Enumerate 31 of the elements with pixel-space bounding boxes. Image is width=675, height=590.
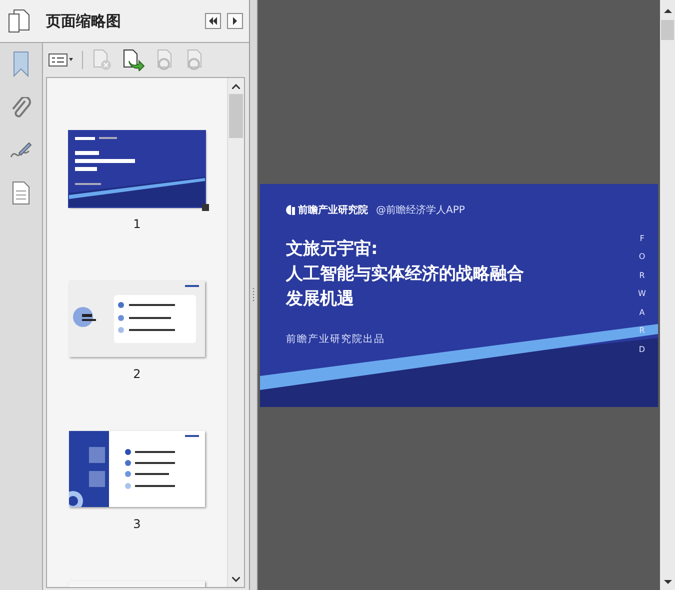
- contents-thumbnail[interactable]: [69, 281, 205, 357]
- insert-page-icon[interactable]: [121, 49, 145, 71]
- logo-text: 前瞻产业研究院: [298, 204, 368, 216]
- vertical-text: FORWARD: [638, 232, 646, 356]
- document-icon[interactable]: [11, 181, 31, 205]
- collapse-button[interactable]: [205, 13, 221, 29]
- resize-handle[interactable]: [202, 204, 209, 211]
- page-number: 2: [133, 367, 141, 381]
- slide-title: 文旅元宇宙:: [286, 238, 378, 260]
- triangle-icon: [232, 17, 238, 25]
- triangle-down-icon: [664, 580, 672, 584]
- panel-title: 页面缩略图: [46, 12, 122, 30]
- slide-title: 人工智能与实体经济的战略融合: [286, 262, 524, 286]
- cover-thumbnail[interactable]: [69, 131, 205, 207]
- caret-up-icon: [232, 84, 240, 88]
- expand-button[interactable]: [227, 13, 243, 29]
- pages-icon[interactable]: [6, 8, 32, 34]
- slide-title: 发展机遇: [286, 288, 354, 310]
- handle-text: @前瞻经济学人APP: [376, 204, 465, 216]
- grip-icon[interactable]: [252, 287, 255, 303]
- scroll-thumb[interactable]: [229, 94, 243, 138]
- triangle-up-icon: [664, 8, 672, 12]
- page-number: 1: [133, 217, 141, 231]
- scroll-thumb[interactable]: [661, 20, 674, 40]
- page-number: 3: [133, 517, 141, 531]
- logo-icon: [286, 204, 296, 214]
- options-icon[interactable]: [48, 53, 74, 67]
- publisher-text: 前瞻产业研究院出品: [286, 332, 386, 346]
- section-thumbnail[interactable]: [69, 431, 205, 507]
- caret-down-icon: [232, 576, 240, 582]
- double-triangle-icon: [208, 17, 218, 25]
